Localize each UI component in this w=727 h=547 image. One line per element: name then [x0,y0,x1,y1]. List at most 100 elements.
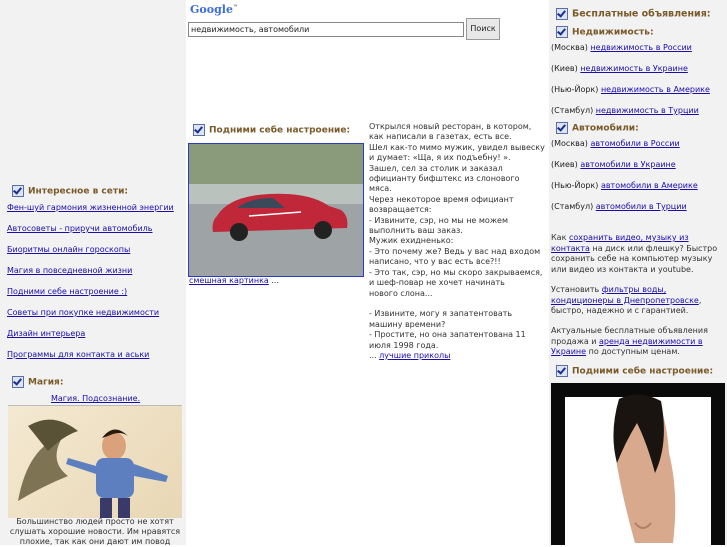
mid-mood-header: Подними себе настроение: [193,124,350,136]
left-link-fengshui[interactable]: Фен-шуй гармония жизненной энергии [7,203,174,212]
realty-row: (Киев) недвижимость в Украине [551,64,688,73]
city-label: (Москва) [551,43,591,52]
story-line: машину времени? [369,319,446,329]
section-magic-header: Магия: [12,376,63,388]
funny-picture-link[interactable]: смешная картинка [189,276,269,285]
story-line: написано, что у вас есть все?!! [369,257,501,267]
story-line: и шеф-повар не хочет начинать [369,278,505,288]
google-logo: Google™ [190,3,238,16]
left-link-interior[interactable]: Дизайн интерьера [7,329,85,338]
city-label: (Киев) [551,160,581,169]
ad-text: по доступным ценам. [586,347,680,356]
checkmark-icon [556,122,568,134]
story-more: ... лучшие приколы [369,351,545,361]
story-line: - Это так, сэр, но мы скоро закрываемся, [369,267,543,277]
section-title: Автомобили: [572,123,639,134]
story-line: мяса. [369,184,392,194]
joke-story: Открылся новый ресторан, в котором, как … [369,122,545,361]
ad-text: Установить [551,285,602,294]
checkmark-icon [193,124,205,136]
left-link-auto[interactable]: Автосоветы - приручи автомобиль [7,224,152,233]
story-line: и думает: «Ща, я их подъебну! ». [369,153,511,163]
checkmark-icon [556,26,568,38]
city-label: (Киев) [551,64,581,73]
story-line: как написали в газетах, есть все. [369,132,512,142]
section-title: Подними себе настроение: [572,366,714,377]
section-interesting-header: Интересное в сети: [12,185,128,197]
ad-text: Как [551,233,569,242]
best-jokes-link[interactable]: лучшие приколы [379,351,450,360]
car-photo [189,144,363,276]
auto-link-turkey[interactable]: автомобили в Турции [596,202,687,211]
free-ads-header: Бесплатные объявления: [556,8,711,20]
left-link-magic[interactable]: Магия в повседневной жизни [7,266,132,275]
magic-text: Большинство людей просто не хотят слушат… [8,517,182,547]
realty-row: (Стамбул) недвижимость в Турции [551,106,699,115]
section-title: Недвижимость: [572,27,654,38]
checkmark-icon [12,376,24,388]
story-line: официанту бифштекс из слонового [369,174,520,184]
realty-link-turkey[interactable]: недвижимость в Турции [596,106,699,115]
story-line: нового слона... [369,288,433,298]
realty-link-america[interactable]: недвижимость в Америке [601,85,710,94]
section-title: Интересное в сети: [28,186,128,197]
auto-link-russia[interactable]: автомобили в России [590,139,679,148]
city-label: (Нью-Йорк) [551,85,601,94]
auto-row: (Москва) автомобили в России [551,139,680,148]
magic-text-line: слушать хорошие новости. Им нравятся [9,527,181,536]
story-line: Шел как-то мимо мужик, увидел вывеску [369,142,545,152]
search-button[interactable]: Поиск [466,18,500,40]
auto-row: (Киев) автомобили в Украине [551,160,676,169]
magic-text-line: плохие, так как они дают им повод [19,537,171,546]
checkmark-icon [556,365,568,377]
ad-video-save: Как сохранить видео, музыку из контакта … [551,233,725,275]
story-more-prefix: ... [369,350,380,360]
realty-link-russia[interactable]: недвижимость в России [590,43,691,52]
section-title: Бесплатные объявления: [572,8,711,20]
story-line: возвращается: [369,205,432,215]
auto-link-ukraine[interactable]: автомобили в Украине [580,160,675,169]
left-link-mood[interactable]: Подними себе настроение :) [7,287,127,296]
story-line: - Простите, но она запатентована 11 [369,330,526,340]
section-title: Подними себе настроение: [209,125,351,136]
realty-row: (Москва) недвижимость в России [551,43,692,52]
auto-header: Автомобили: [556,122,639,134]
google-logo-text: Google [190,3,233,16]
checkmark-icon [556,8,568,20]
left-link-bio[interactable]: Биоритмы онлайн гороскопы [7,245,130,254]
funny-picture-caption: смешная картинка ... [189,276,279,285]
city-label: (Стамбул) [551,106,596,115]
checkmark-icon [12,185,24,197]
left-link-realty[interactable]: Советы при покупке недвижимости [7,308,159,317]
city-label: (Стамбул) [551,202,596,211]
magic-image[interactable] [8,405,182,518]
google-logo-tm: ™ [232,4,238,11]
realty-header: Недвижимость: [556,26,654,38]
story-line: июля 1998 года. [369,340,439,350]
city-label: (Нью-Йорк) [551,181,601,190]
magic-text-line: Большинство людей просто не хотят [16,517,174,526]
magic-illustration [18,419,168,518]
story-line: - Извините, сэр, но мы не можем [369,215,508,225]
auto-link-america[interactable]: автомобили в Америке [601,181,698,190]
story-line: Открылся новый ресторан, в котором, [369,122,532,131]
search-input[interactable]: недвижимость, автомобили [188,22,464,37]
story-line: - Извините, могу я запатентовать [369,309,513,319]
mood-photo-figure [565,394,711,545]
city-label: (Москва) [551,139,591,148]
story-line: Через некоторое время официант [369,194,514,204]
left-link-programs[interactable]: Программы для контакта и аськи [7,350,149,359]
funny-picture[interactable] [188,143,364,277]
realty-link-ukraine[interactable]: недвижимость в Украине [580,64,688,73]
caption-suffix: ... [268,276,279,285]
ad-filters: Установить фильтры воды, кондиционеры в … [551,285,725,317]
auto-row: (Стамбул) автомобили в Турции [551,202,687,211]
story-line: выполнить ваш заказ. [369,226,463,236]
story-line: Мужик ехидненько: [369,236,454,246]
mood-photo[interactable] [551,383,725,545]
story-line: Зашел, сел за столик и заказал [369,163,503,173]
story-line: - Это почему же? Ведь у вас над входом [369,246,541,256]
right-mood-header: Подними себе настроение: [556,365,713,377]
magic-link[interactable]: Магия. Подсознание. [51,394,140,403]
story-line [369,299,545,309]
